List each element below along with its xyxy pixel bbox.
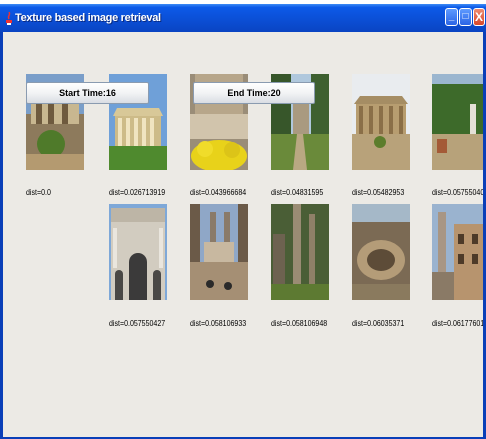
app-window: Texture based image retrieval _ □ X Star… <box>0 4 486 439</box>
distance-label: dist=0.06035371 <box>352 319 405 328</box>
result-image[interactable] <box>109 204 167 300</box>
close-button[interactable]: X <box>473 8 485 26</box>
result-image[interactable] <box>432 204 483 300</box>
result-image[interactable] <box>432 74 483 170</box>
title-bar[interactable]: Texture based image retrieval _ □ X <box>0 4 486 32</box>
distance-label: dist=0.043966684 <box>190 188 247 197</box>
distance-label: dist=0.0 <box>26 188 51 197</box>
minimize-button[interactable]: _ <box>445 8 458 26</box>
distance-label: dist=0.05482953 <box>352 188 405 197</box>
distance-label: dist=0.026713919 <box>109 188 166 197</box>
distance-label: dist=0.057550427 <box>109 319 166 328</box>
end-time-button[interactable]: End Time:20 <box>193 82 315 104</box>
result-image[interactable] <box>352 204 410 300</box>
result-image[interactable] <box>271 204 329 300</box>
maximize-button[interactable]: □ <box>459 8 472 26</box>
java-icon <box>6 12 12 25</box>
distance-label: dist=0.057550405 <box>432 188 483 197</box>
distance-label: dist=0.058106933 <box>190 319 247 328</box>
result-image[interactable] <box>352 74 410 170</box>
distance-label: dist=0.04831595 <box>271 188 324 197</box>
start-time-button[interactable]: Start Time:16 <box>26 82 149 104</box>
distance-label: dist=0.058106948 <box>271 319 328 328</box>
distance-label: dist=0.061776015 <box>432 319 483 328</box>
results-panel: Start Time:16 End Time:20 dist=0.0 dist=… <box>3 32 483 437</box>
window-title: Texture based image retrieval <box>15 12 161 24</box>
result-image[interactable] <box>190 204 248 300</box>
